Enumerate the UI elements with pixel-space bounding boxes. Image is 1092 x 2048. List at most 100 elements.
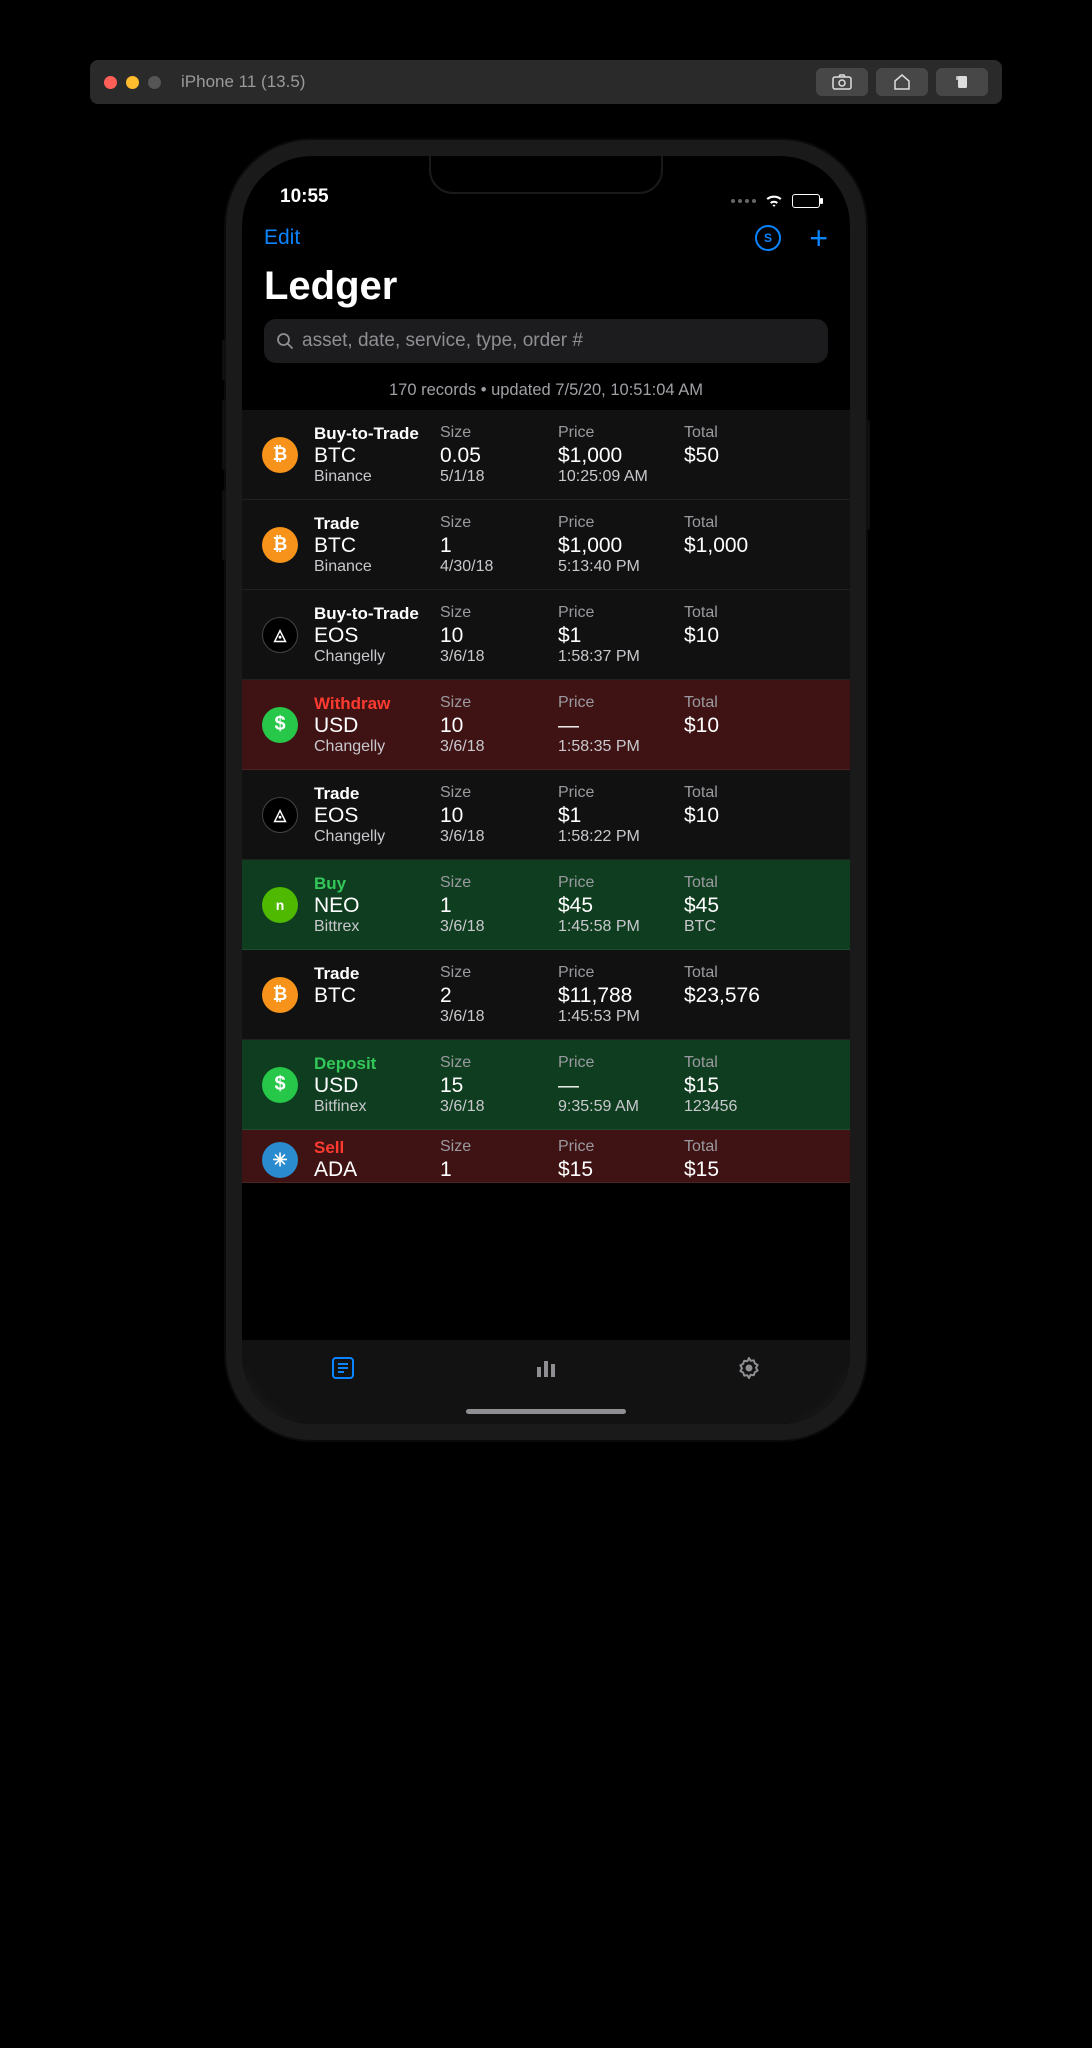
row-time: 1:58:22 PM xyxy=(558,828,678,846)
currency-button[interactable]: S xyxy=(755,225,781,251)
row-asset: BTC xyxy=(314,984,434,1008)
ledger-row[interactable]: ✳SellSizePriceTotalADA1$15$15 xyxy=(242,1130,850,1183)
screenshot-button[interactable] xyxy=(816,68,868,96)
asset-icon: $ xyxy=(252,1054,308,1116)
row-type: Withdraw xyxy=(314,694,434,714)
row-time: 1:45:53 PM xyxy=(558,1008,678,1026)
simulator-titlebar: iPhone 11 (13.5) xyxy=(90,60,1002,104)
row-size: 10 xyxy=(440,804,552,828)
price-label: Price xyxy=(558,964,678,984)
row-size: 15 xyxy=(440,1074,552,1098)
size-label: Size xyxy=(440,424,552,444)
size-label: Size xyxy=(440,964,552,984)
size-label: Size xyxy=(440,1138,552,1158)
row-type: Deposit xyxy=(314,1054,434,1074)
row-service: Bitfinex xyxy=(314,1098,434,1116)
ledger-row[interactable]: ◬Buy-to-TradeSizePriceTotalEOS10$1$10Cha… xyxy=(242,590,850,680)
ledger-row[interactable]: ₿TradeSizePriceTotalBTC2$11,788$23,5763/… xyxy=(242,950,850,1040)
row-total: $50 xyxy=(684,444,836,468)
total-label: Total xyxy=(684,1138,836,1158)
price-label: Price xyxy=(558,694,678,714)
tab-ledger[interactable] xyxy=(328,1354,358,1382)
asset-icon: ◬ xyxy=(252,784,308,846)
row-extra xyxy=(684,1008,836,1026)
size-label: Size xyxy=(440,694,552,714)
simulator-title: iPhone 11 (13.5) xyxy=(181,72,305,92)
battery-icon xyxy=(792,194,820,208)
ledger-row[interactable]: nBuySizePriceTotalNEO1$45$45Bittrex3/6/1… xyxy=(242,860,850,950)
size-label: Size xyxy=(440,874,552,894)
tab-settings[interactable] xyxy=(734,1354,764,1382)
row-date: 3/6/18 xyxy=(440,828,552,846)
ledger-row[interactable]: ₿Buy-to-TradeSizePriceTotalBTC0.05$1,000… xyxy=(242,410,850,500)
zoom-window-icon[interactable] xyxy=(148,76,161,89)
row-date: 3/6/18 xyxy=(440,738,552,756)
cell-signal-icon xyxy=(731,199,756,203)
asset-icon: ₿ xyxy=(252,424,308,486)
home-button[interactable] xyxy=(876,68,928,96)
size-label: Size xyxy=(440,604,552,624)
row-price: $11,788 xyxy=(558,984,678,1008)
row-total: $15 xyxy=(684,1158,836,1182)
row-service xyxy=(314,1008,434,1026)
total-label: Total xyxy=(684,964,836,984)
row-service: Binance xyxy=(314,558,434,576)
phone-screen: 10:55 Edit S + Ledger asset, date, ser xyxy=(242,156,850,1424)
row-total: $1,000 xyxy=(684,534,836,558)
asset-icon: ₿ xyxy=(252,964,308,1026)
row-time: 1:45:58 PM xyxy=(558,918,678,936)
row-extra: BTC xyxy=(684,918,836,936)
row-size: 0.05 xyxy=(440,444,552,468)
ledger-row[interactable]: $DepositSizePriceTotalUSD15—$15Bitfinex3… xyxy=(242,1040,850,1130)
row-price: $1 xyxy=(558,804,678,828)
row-asset: USD xyxy=(314,1074,434,1098)
total-label: Total xyxy=(684,694,836,714)
add-button[interactable]: + xyxy=(809,222,828,254)
row-time: 9:35:59 AM xyxy=(558,1098,678,1116)
home-indicator[interactable] xyxy=(466,1409,626,1414)
row-time: 1:58:37 PM xyxy=(558,648,678,666)
row-price: $1 xyxy=(558,624,678,648)
row-asset: ADA xyxy=(314,1158,434,1182)
row-asset: EOS xyxy=(314,804,434,828)
ledger-row[interactable]: ◬TradeSizePriceTotalEOS10$1$10Changelly3… xyxy=(242,770,850,860)
row-extra xyxy=(684,468,836,486)
row-total: $23,576 xyxy=(684,984,836,1008)
ledger-list[interactable]: ₿ Buy-to-Trade Size Price Total BTC 0.05 $1,000… xyxy=(242,410,850,1340)
row-type: Sell xyxy=(314,1138,434,1158)
asset-icon: n xyxy=(252,874,308,936)
ledger-row[interactable]: ₿TradeSizePriceTotalBTC1$1,000$1,000Bina… xyxy=(242,500,850,590)
row-total: $10 xyxy=(684,804,836,828)
row-service: Changelly xyxy=(314,648,434,666)
row-extra xyxy=(684,828,836,846)
size-label: Size xyxy=(440,514,552,534)
row-price: $45 xyxy=(558,894,678,918)
rotate-button[interactable] xyxy=(936,68,988,96)
row-time: 5:13:40 PM xyxy=(558,558,678,576)
row-type: Buy-to-Trade xyxy=(314,424,434,444)
status-time: 10:55 xyxy=(280,186,329,208)
records-meta: 170 records • updated 7/5/20, 10:51:04 A… xyxy=(242,375,850,410)
row-service: Changelly xyxy=(314,738,434,756)
row-date: 5/1/18 xyxy=(440,468,552,486)
traffic-lights xyxy=(104,76,161,89)
total-label: Total xyxy=(684,424,836,444)
tab-stats[interactable] xyxy=(531,1354,561,1382)
row-asset: BTC xyxy=(314,534,434,558)
row-size: 1 xyxy=(440,894,552,918)
row-total: $45 xyxy=(684,894,836,918)
row-asset: NEO xyxy=(314,894,434,918)
row-service: Binance xyxy=(314,468,434,486)
row-service: Bittrex xyxy=(314,918,434,936)
ledger-row[interactable]: $WithdrawSizePriceTotalUSD10—$10Changell… xyxy=(242,680,850,770)
row-asset: USD xyxy=(314,714,434,738)
notch xyxy=(431,156,661,192)
search-input[interactable]: asset, date, service, type, order # xyxy=(264,319,828,363)
asset-icon: ✳ xyxy=(252,1138,308,1182)
row-type: Trade xyxy=(314,964,434,984)
minimize-window-icon[interactable] xyxy=(126,76,139,89)
edit-button[interactable]: Edit xyxy=(264,226,300,250)
row-extra: 123456 xyxy=(684,1098,836,1116)
row-total: $15 xyxy=(684,1074,836,1098)
close-window-icon[interactable] xyxy=(104,76,117,89)
